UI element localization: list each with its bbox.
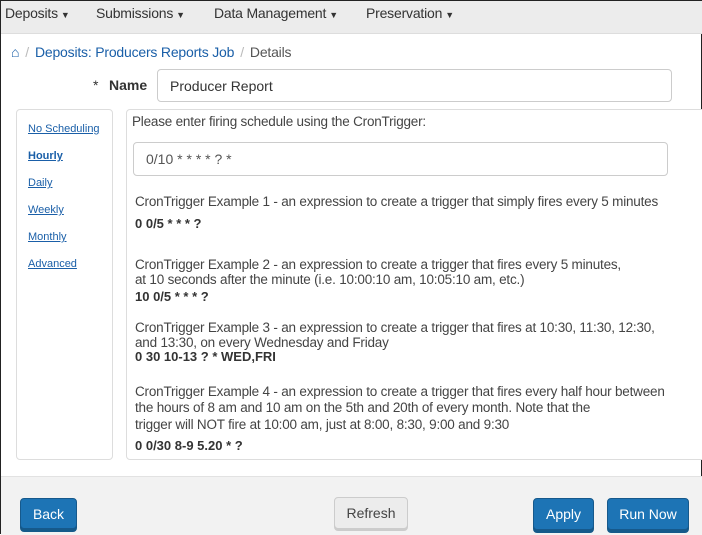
cron-prompt: Please enter firing schedule using the C… [132, 114, 426, 129]
caret-down-icon: ▼ [176, 10, 185, 20]
example-2-text: CronTrigger Example 2 - an expression to… [135, 257, 621, 272]
example-1-code: 0 0/5 * * * ? [135, 216, 202, 231]
nav-label: Deposits [5, 5, 58, 21]
schedule-type-menu: No Scheduling Hourly Daily Weekly Monthl… [16, 109, 113, 460]
example-1-text: CronTrigger Example 1 - an expression to… [135, 194, 659, 209]
example-4-text: trigger will NOT fire at 10:00 am, just … [135, 417, 510, 432]
back-button[interactable]: Back [20, 498, 77, 529]
name-label: Name [109, 77, 148, 93]
example-2-code: 10 0/5 * * * ? [135, 289, 209, 304]
menu-daily[interactable]: Daily [28, 177, 52, 189]
menu-no-scheduling[interactable]: No Scheduling [28, 123, 100, 135]
caret-down-icon: ▼ [329, 10, 338, 20]
required-marker: * [93, 77, 99, 93]
caret-down-icon: ▼ [445, 10, 454, 20]
nav-label: Preservation [366, 5, 443, 21]
menu-monthly[interactable]: Monthly [28, 231, 67, 243]
example-4-text: the hours of 8 am and 10 am on the 5th a… [135, 400, 591, 415]
cron-input[interactable]: 0/10 * * * * ? * [133, 142, 668, 176]
menu-hourly[interactable]: Hourly [28, 150, 63, 162]
name-input[interactable]: Producer Report [157, 69, 672, 102]
nav-preservation[interactable]: Preservation ▼ [366, 5, 454, 21]
example-3-text: CronTrigger Example 3 - an expression to… [135, 320, 655, 335]
refresh-button[interactable]: Refresh [334, 497, 408, 529]
nav-submissions[interactable]: Submissions ▼ [96, 5, 185, 21]
nav-data-management[interactable]: Data Management ▼ [214, 5, 338, 21]
nav-label: Data Management [214, 5, 327, 21]
home-icon[interactable]: ⌂ [11, 44, 19, 60]
menu-advanced[interactable]: Advanced [28, 258, 77, 270]
menu-weekly[interactable]: Weekly [28, 204, 64, 216]
apply-button[interactable]: Apply [533, 498, 594, 530]
example-4-text: CronTrigger Example 4 - an expression to… [135, 384, 665, 399]
run-now-button[interactable]: Run Now [607, 498, 689, 530]
top-nav: Deposits ▼ Submissions ▼ Data Management ▼ … [1, 1, 702, 34]
breadcrumb-deposits-job[interactable]: Deposits: Producers Reports Job [35, 44, 234, 60]
nav-label: Submissions [96, 5, 174, 21]
example-4-code: 0 0/30 8-9 5.20 * ? [135, 438, 243, 453]
breadcrumb: ⌂ / Deposits: Producers Reports Job / Detail… [11, 44, 292, 60]
nav-deposits[interactable]: Deposits ▼ [5, 5, 70, 21]
caret-down-icon: ▼ [60, 10, 70, 20]
example-3-code: 0 30 10-13 ? * WED,FRI [135, 349, 276, 364]
breadcrumb-current: Details [249, 44, 292, 60]
example-2-text: at 10 seconds after the minute (i.e. 10:… [135, 272, 525, 287]
